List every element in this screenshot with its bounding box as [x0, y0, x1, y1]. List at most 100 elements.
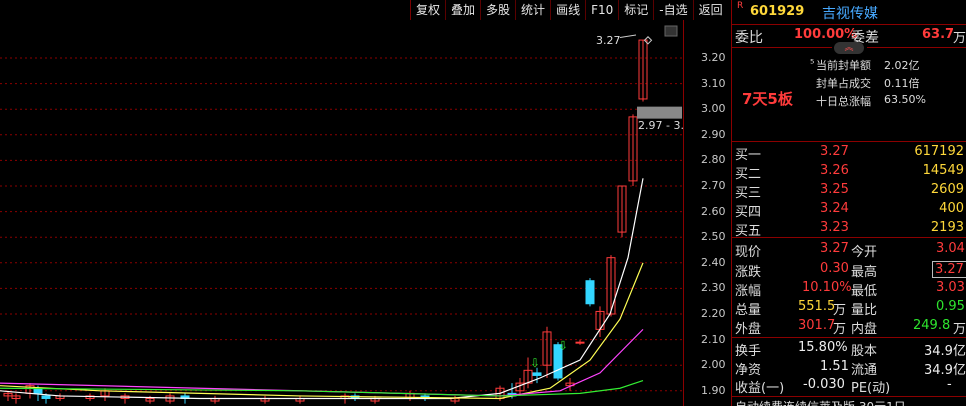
- kline-chart[interactable]: 3.27 2.97 - 3. ⇩ ⇩ 3.20 3.10 3.00 2.90 2.80 2.70…: [0, 0, 730, 406]
- bid-label: 买一: [735, 148, 762, 163]
- bid-row[interactable]: 买四 3.24 400: [732, 201, 966, 220]
- price-tick-label: 2.60: [701, 204, 726, 218]
- collapse-toggle-icon[interactable]: ︽: [834, 42, 864, 54]
- net-assets-label: 净资: [735, 363, 762, 378]
- net-assets-value: 1.51: [820, 359, 849, 374]
- pe-value: -: [947, 377, 952, 392]
- price-tick-label: 1.90: [701, 383, 726, 397]
- eps-label: 收益(一): [735, 381, 785, 396]
- high-price-annotation: 3.27: [596, 34, 621, 47]
- restore-rights-button[interactable]: 复权: [410, 0, 445, 20]
- back-button[interactable]: 返回: [692, 0, 728, 20]
- panel-toggle-icon: [664, 25, 678, 37]
- total-shares-label: 股本: [851, 344, 878, 359]
- turnover-value: 15.80%: [798, 340, 848, 355]
- overlay-button[interactable]: 叠加: [445, 0, 480, 20]
- weibi-value: 100.00%: [794, 27, 858, 42]
- low-value: 3.03: [936, 280, 965, 295]
- low-label: 最低: [851, 284, 878, 299]
- pct-change-value: 10.10%: [802, 280, 852, 295]
- turnover-label: 换手: [735, 344, 762, 359]
- bid-label: 买三: [735, 186, 762, 201]
- down-arrow-icon: ⇩: [558, 338, 568, 352]
- float-shares-label: 流通: [851, 363, 878, 378]
- limit-up-streak-badge: 7天5板: [742, 90, 793, 108]
- bid-price: 3.25: [820, 182, 849, 197]
- price-tick-label: 2.70: [701, 179, 726, 192]
- volume-value: 551.5: [798, 299, 836, 314]
- inner-label: 内盘: [851, 322, 878, 337]
- bid-volume: 2193: [930, 220, 964, 235]
- bid-volume: 400: [939, 201, 964, 216]
- ad-ticker[interactable]: 自动续费连续信莱及版 30元1日: [735, 398, 906, 406]
- eps-value: -0.030: [803, 377, 845, 392]
- stat-row-eps: 收益(一) -0.030 PE(动) -: [732, 377, 966, 396]
- stat-row-price: 现价 3.27 今开 3.04: [732, 241, 966, 260]
- weicha-unit: 万: [953, 31, 966, 46]
- price-tick-label: 3.10: [701, 76, 726, 90]
- inner-value: 249.8: [913, 318, 951, 333]
- change-value: 0.30: [820, 261, 849, 276]
- bid-price: 3.26: [820, 163, 849, 178]
- candle-body: [532, 372, 542, 376]
- price-tick-label: 2.90: [701, 127, 726, 141]
- candle-body: [41, 395, 51, 399]
- current-price-value: 3.27: [820, 241, 849, 256]
- price-tick-label: 2.40: [701, 255, 726, 269]
- price-tick-label: 3.00: [701, 102, 726, 116]
- total-shares-value: 34.9亿: [924, 344, 966, 359]
- ma60-line: [0, 379, 644, 397]
- divider: [732, 237, 966, 238]
- volume-unit: 万: [833, 303, 847, 318]
- weibi-label: 委比: [735, 30, 763, 46]
- price-axis-separator: [683, 20, 684, 406]
- bid-volume: 2609: [930, 182, 964, 197]
- bid-row[interactable]: 买三 3.25 2609: [732, 182, 966, 201]
- bid-volume: 14549: [922, 163, 964, 178]
- price-tick-label: 2.10: [701, 332, 726, 346]
- mark-button[interactable]: 标记: [618, 0, 653, 20]
- bid-row[interactable]: 买五 3.23 2193: [732, 220, 966, 239]
- stat-row-change: 涨跌 0.30 最高 3.27: [732, 261, 966, 280]
- stock-code: 601929: [750, 4, 805, 19]
- down-arrow-icon: ⇩: [530, 356, 540, 370]
- candle-body: [585, 280, 595, 305]
- bell-icon: ⁵: [810, 57, 815, 70]
- remove-watchlist-button[interactable]: -自选: [653, 0, 692, 20]
- quote-panel: R 601929 吉视传媒 委比 100.00% 委差 63.7 万 ︽ ⁵ 当…: [731, 0, 966, 406]
- statistics-button[interactable]: 统计: [515, 0, 550, 20]
- stock-name[interactable]: 吉视传媒: [822, 3, 878, 23]
- ten-day-gain-value: 63.50%: [884, 93, 926, 106]
- kline-canvas[interactable]: 3.27 2.97 - 3. ⇩ ⇩: [0, 0, 730, 406]
- price-tick-label: 2.50: [701, 230, 726, 244]
- candle-body: [575, 341, 585, 344]
- seal-amount-label: 当前封单额: [816, 59, 871, 72]
- high-value: 3.27: [932, 261, 966, 278]
- pct-change-label: 涨幅: [735, 284, 762, 299]
- stat-row-netassets: 净资 1.51 流通 34.9亿: [732, 359, 966, 378]
- outer-value: 301.7: [798, 318, 836, 333]
- range-annotation: 2.97 - 3.: [638, 119, 684, 132]
- multi-stock-button[interactable]: 多股: [480, 0, 515, 20]
- open-value: 3.04: [936, 241, 965, 256]
- stat-row-volume: 总量 551.5 万 量比 0.95: [732, 299, 966, 318]
- seal-amount-value: 2.02亿: [884, 59, 920, 72]
- draw-line-button[interactable]: 画线: [550, 0, 585, 20]
- price-tick-label: 2.20: [701, 307, 726, 320]
- chart-toolbar: 复权 叠加 多股 统计 画线 F10 标记 -自选 返回: [410, 0, 728, 20]
- high-pointer: [619, 34, 637, 39]
- ten-day-gain-label: 十日总涨幅: [816, 95, 871, 108]
- inner-unit: 万: [953, 322, 966, 337]
- bid-price: 3.23: [820, 220, 849, 235]
- volume-ratio-value: 0.95: [936, 299, 965, 314]
- f10-button[interactable]: F10: [585, 0, 618, 20]
- high-label: 最高: [851, 265, 878, 280]
- stat-row-pct: 涨幅 10.10% 最低 3.03: [732, 280, 966, 299]
- seal-ratio-label: 封单占成交: [816, 77, 871, 90]
- bid-price: 3.27: [820, 144, 849, 159]
- divider: [732, 396, 966, 397]
- seal-ratio-value: 0.11倍: [884, 77, 920, 90]
- margin-badge: R: [737, 1, 744, 11]
- bid-row[interactable]: 买二 3.26 14549: [732, 163, 966, 182]
- bid-row[interactable]: 买一 3.27 617192: [732, 144, 966, 163]
